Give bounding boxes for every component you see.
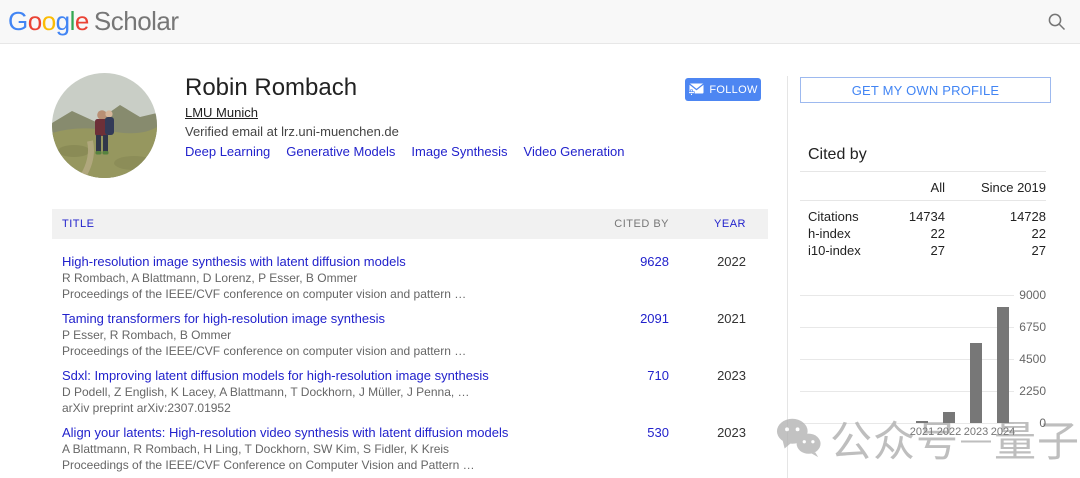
divider-line (800, 171, 1046, 172)
get-my-own-profile-button[interactable]: GET MY OWN PROFILE (800, 77, 1051, 103)
citations-bar[interactable] (916, 421, 928, 423)
publication-main: Taming transformers for high-resolution … (52, 310, 584, 353)
cited-by-section-title: Cited by (808, 146, 867, 164)
citations-per-year-chart: 022504500675090002021202220232024 (800, 295, 1046, 450)
chart-year-label: 2024 (983, 426, 1023, 438)
stat-value-all: 22 (865, 225, 945, 242)
verified-email-text: Verified email at lrz.uni-muenchen.de (185, 124, 399, 139)
publication-authors: R Rombach, A Blattmann, D Lorenz, P Esse… (62, 271, 576, 286)
logo-letter: o (28, 6, 42, 36)
publication-authors: D Podell, Z English, K Lacey, A Blattman… (62, 385, 576, 400)
publications-table-header: TITLE CITED BY YEAR (52, 209, 768, 239)
publication-row: Sdxl: Improving latent diffusion models … (52, 353, 768, 410)
stat-value-all: 14734 (865, 208, 945, 225)
chart-gridline (800, 423, 1014, 424)
profile-name: Robin Rombach (185, 74, 357, 102)
follow-envelope-icon (688, 83, 704, 96)
stat-label: h-index (800, 225, 865, 242)
publication-venue: arXiv preprint arXiv:2307.01952 (62, 401, 576, 416)
chart-gridline (800, 295, 1014, 296)
citations-bar[interactable] (997, 307, 1009, 423)
google-scholar-profile-page: GoogleScholar (0, 0, 1080, 478)
citations-bar[interactable] (970, 343, 982, 423)
publication-row: Taming transformers for high-resolution … (52, 296, 768, 353)
citation-stat-row: Citations1473414728 (800, 208, 1046, 225)
logo-letter: g (56, 6, 70, 36)
publication-authors: A Blattmann, R Rombach, H Ling, T Dockho… (62, 442, 576, 457)
publication-year: 2022 (669, 253, 768, 296)
follow-button[interactable]: FOLLOW (685, 78, 761, 101)
profile-photo (52, 73, 157, 178)
top-header: GoogleScholar (0, 0, 1080, 44)
interest-link[interactable]: Video Generation (524, 144, 625, 159)
publication-title-link[interactable]: Align your latents: High-resolution vide… (62, 424, 576, 441)
citation-stats-header: All Since 2019 (800, 180, 1046, 195)
publications-list: High-resolution image synthesis with lat… (52, 239, 768, 467)
publication-main: Sdxl: Improving latent diffusion models … (52, 367, 584, 410)
interest-link[interactable]: Deep Learning (185, 144, 270, 159)
cited-by-count-link[interactable]: 530 (584, 424, 669, 467)
publication-venue: Proceedings of the IEEE/CVF conference o… (62, 344, 576, 359)
content-sidebar-divider (787, 76, 788, 478)
publication-title-link[interactable]: High-resolution image synthesis with lat… (62, 253, 576, 270)
divider-line (800, 200, 1046, 201)
affiliation-link[interactable]: LMU Munich (185, 105, 258, 120)
scholar-logo-text: Scholar (94, 6, 179, 36)
publication-year: 2023 (669, 424, 768, 467)
stats-col-since: Since 2019 (945, 180, 1046, 195)
publication-authors: P Esser, R Rombach, B Ommer (62, 328, 576, 343)
publication-title-link[interactable]: Taming transformers for high-resolution … (62, 310, 576, 327)
stat-value-since: 14728 (945, 208, 1046, 225)
cited-by-count-link[interactable]: 710 (584, 367, 669, 410)
google-logo-text: Google (8, 6, 89, 36)
citations-bar[interactable] (943, 412, 955, 423)
sort-by-title-header[interactable]: TITLE (52, 218, 584, 230)
citation-stat-row: i10-index2727 (800, 242, 1046, 259)
interest-link[interactable]: Image Synthesis (411, 144, 507, 159)
search-icon[interactable] (1046, 11, 1068, 33)
publication-row: High-resolution image synthesis with lat… (52, 239, 768, 296)
follow-label: FOLLOW (709, 84, 757, 96)
citation-stats-table: Citations1473414728h-index2222i10-index2… (800, 208, 1046, 259)
stat-value-all: 27 (865, 242, 945, 259)
publication-year: 2023 (669, 367, 768, 410)
research-interests: Deep Learning Generative Models Image Synt… (185, 144, 624, 159)
publication-venue: Proceedings of the IEEE/CVF conference o… (62, 287, 576, 302)
publication-title-link[interactable]: Sdxl: Improving latent diffusion models … (62, 367, 576, 384)
logo-letter: o (42, 6, 56, 36)
sort-by-citations-header[interactable]: CITED BY (584, 218, 669, 230)
cited-by-count-link[interactable]: 2091 (584, 310, 669, 353)
publication-row: Align your latents: High-resolution vide… (52, 410, 768, 467)
stats-col-all: All (865, 180, 945, 195)
sort-by-year-header[interactable]: YEAR (669, 218, 768, 230)
cited-by-count-link[interactable]: 9628 (584, 253, 669, 296)
publication-venue: Proceedings of the IEEE/CVF Conference o… (62, 458, 576, 473)
logo-letter: e (75, 6, 89, 36)
chart-y-tick-label: 9000 (1002, 287, 1046, 303)
stat-value-since: 27 (945, 242, 1046, 259)
logo-letter: G (8, 6, 28, 36)
stat-label: i10-index (800, 242, 865, 259)
publication-main: High-resolution image synthesis with lat… (52, 253, 584, 296)
citation-stat-row: h-index2222 (800, 225, 1046, 242)
stat-label: Citations (800, 208, 865, 225)
publication-main: Align your latents: High-resolution vide… (52, 424, 584, 467)
stat-value-since: 22 (945, 225, 1046, 242)
chart-gridline (800, 327, 1014, 328)
interest-link[interactable]: Generative Models (286, 144, 395, 159)
publication-year: 2021 (669, 310, 768, 353)
google-scholar-logo[interactable]: GoogleScholar (8, 6, 179, 37)
